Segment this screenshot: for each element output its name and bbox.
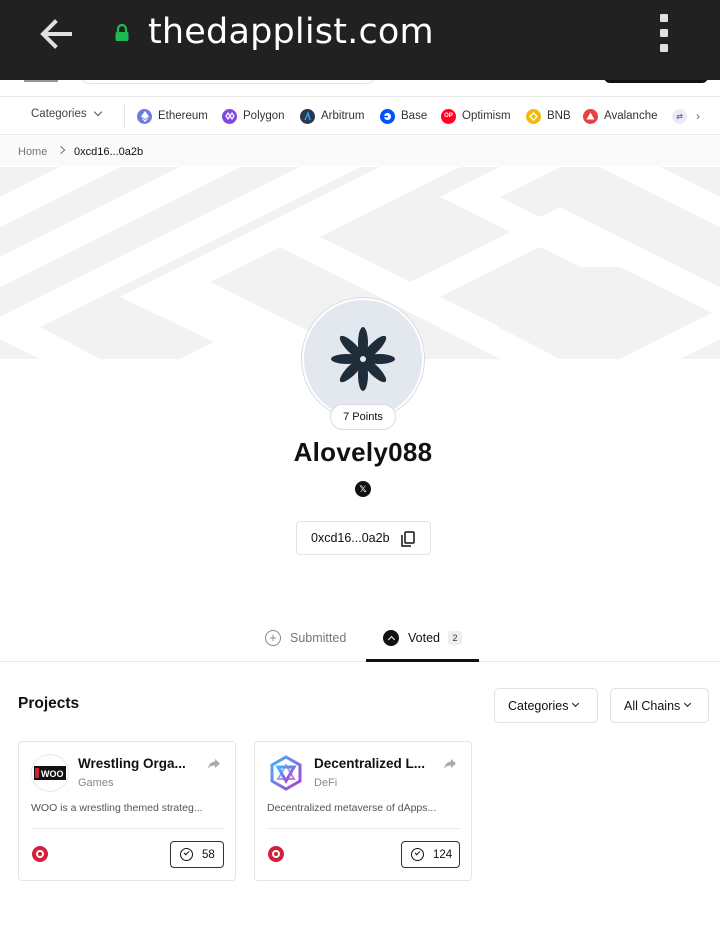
ethereum-icon xyxy=(137,108,152,124)
chain-nav: Categories Ethereum Polygon Arbitrum Bas… xyxy=(0,97,720,135)
arbitrum-icon xyxy=(300,108,315,124)
project-category: DeFi xyxy=(314,777,338,789)
tab-submitted[interactable]: + Submitted xyxy=(265,630,346,646)
breadcrumb: Home 0xcd16...0a2b xyxy=(0,136,720,166)
breadcrumb-current: 0xcd16...0a2b xyxy=(74,146,144,158)
chevron-right-icon[interactable]: › xyxy=(696,109,700,123)
chain-avalanche[interactable]: Avalanche xyxy=(583,107,658,125)
chain-more[interactable]: ⇄ xyxy=(672,107,693,125)
chain-label: Ethereum xyxy=(158,110,208,122)
chevron-down-icon xyxy=(93,107,102,117)
filter-label: Categories xyxy=(508,698,569,713)
share-icon[interactable] xyxy=(443,758,457,770)
browser-bar: thedapplist.com xyxy=(0,0,720,80)
categories-dropdown[interactable]: Categories xyxy=(31,107,102,120)
tab-label: Voted xyxy=(408,631,440,645)
chevron-down-icon xyxy=(684,699,692,708)
chain-bnb[interactable]: BNB xyxy=(526,107,571,125)
wallet-address-copy[interactable]: 0xcd16...0a2b xyxy=(296,521,431,555)
chain-base[interactable]: Base xyxy=(380,107,427,125)
chain-arbitrum[interactable]: Arbitrum xyxy=(300,107,364,125)
chain-polygon[interactable]: Polygon xyxy=(222,107,285,125)
logo[interactable] xyxy=(24,80,58,82)
tab-voted[interactable]: Voted 2 xyxy=(383,630,462,646)
vote-button[interactable]: 124 xyxy=(401,841,460,868)
check-circle-icon xyxy=(411,848,424,861)
divider xyxy=(31,828,224,829)
check-circle-icon xyxy=(180,848,193,861)
polygon-icon xyxy=(222,108,237,124)
project-description: Decentralized metaverse of dApps... xyxy=(267,802,437,814)
logo-text: WOO xyxy=(41,769,64,779)
project-name[interactable]: Decentralized L... xyxy=(314,756,438,771)
browser-menu-icon[interactable] xyxy=(655,14,673,54)
project-logo xyxy=(267,754,305,792)
chevron-right-icon xyxy=(56,145,66,155)
chain-ethereum[interactable]: Ethereum xyxy=(137,107,208,125)
address-bar-url[interactable]: thedapplist.com xyxy=(148,12,434,52)
avatar xyxy=(302,298,424,420)
back-arrow-icon[interactable] xyxy=(36,14,76,54)
active-tab-indicator xyxy=(366,659,479,662)
chains-filter[interactable]: All Chains xyxy=(610,688,709,723)
chain-badge-icon xyxy=(32,846,48,862)
connect-button[interactable] xyxy=(604,80,708,83)
plus-circle-icon: + xyxy=(265,630,281,646)
x-social-icon[interactable]: 𝕏 xyxy=(355,481,371,497)
site-header xyxy=(0,80,720,97)
profile-tabs: + Submitted Voted 2 xyxy=(0,616,720,662)
chain-more-icon: ⇄ xyxy=(672,108,687,124)
divider xyxy=(267,828,460,829)
chain-badge-icon xyxy=(268,846,284,862)
chain-label: Arbitrum xyxy=(321,110,365,122)
vote-count: 58 xyxy=(202,848,215,861)
projects-title: Projects xyxy=(18,695,80,712)
base-icon xyxy=(380,108,395,124)
breadcrumb-home[interactable]: Home xyxy=(18,146,47,158)
tab-label: Submitted xyxy=(290,631,347,645)
chain-label: Optimism xyxy=(462,110,511,122)
points-badge: 7 Points xyxy=(330,404,396,430)
lock-icon xyxy=(115,24,129,41)
optimism-icon: OP xyxy=(441,108,456,124)
chevron-down-icon xyxy=(572,699,580,708)
upvote-icon xyxy=(383,630,399,646)
search-input[interactable] xyxy=(80,80,376,84)
project-description: WOO is a wrestling themed strateg... xyxy=(31,802,203,814)
chain-label: Polygon xyxy=(243,110,285,122)
project-card[interactable]: WOO Wrestling Orga... Games WOO is a wre… xyxy=(18,741,236,881)
divider xyxy=(124,104,125,128)
project-logo: WOO xyxy=(31,754,69,792)
vote-button[interactable]: 58 xyxy=(170,841,224,868)
avalanche-icon xyxy=(583,108,598,124)
filter-label: All Chains xyxy=(624,698,681,713)
wallet-address: 0xcd16...0a2b xyxy=(311,531,390,545)
tab-count-badge: 2 xyxy=(447,631,462,645)
chain-label: Base xyxy=(401,110,428,122)
chain-label: Avalanche xyxy=(604,110,658,122)
categories-dropdown-label: Categories xyxy=(31,108,87,120)
chain-label: BNB xyxy=(547,110,571,122)
project-name[interactable]: Wrestling Orga... xyxy=(78,756,202,771)
woo-logo-icon: WOO xyxy=(34,766,66,780)
flower-avatar-icon xyxy=(331,327,395,391)
copy-icon[interactable] xyxy=(401,531,415,547)
dapp-hexagon-logo-icon xyxy=(270,755,302,791)
share-icon[interactable] xyxy=(207,758,221,770)
profile-username: Alovely088 xyxy=(293,437,433,467)
chain-optimism[interactable]: OP Optimism xyxy=(441,107,511,125)
bnb-icon xyxy=(526,108,541,124)
project-card[interactable]: Decentralized L... DeFi Decentralized me… xyxy=(254,741,472,881)
project-category: Games xyxy=(78,777,114,789)
vote-count: 124 xyxy=(433,848,453,861)
categories-filter[interactable]: Categories xyxy=(494,688,598,723)
